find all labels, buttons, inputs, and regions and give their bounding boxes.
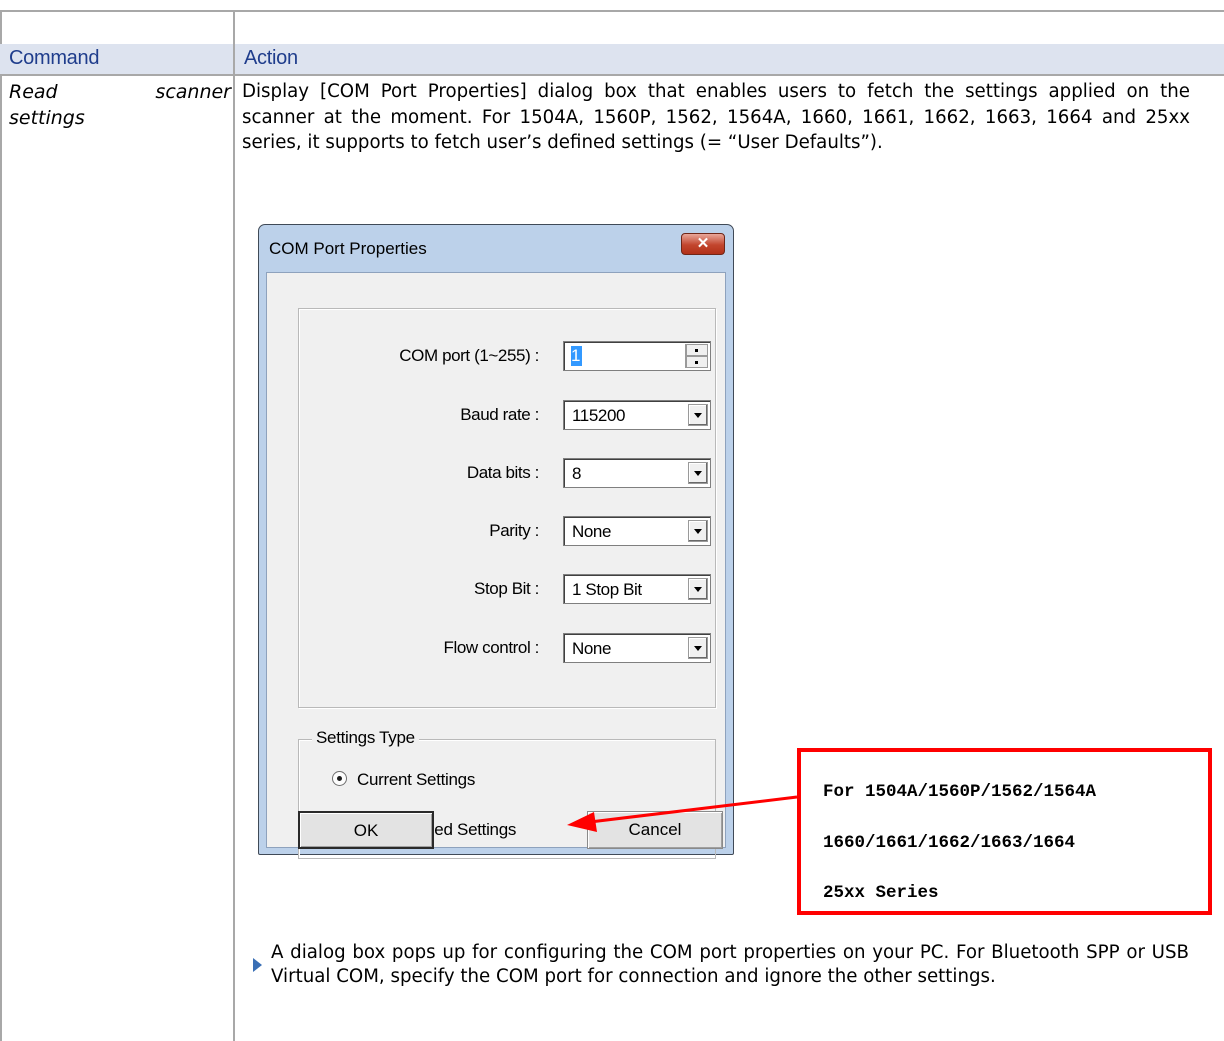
header-bottom-border <box>0 74 1224 76</box>
stop-bit-value: 1 Stop Bit <box>572 580 642 599</box>
com-port-value: 1 <box>571 346 582 366</box>
port-settings-group: COM port (1~255) : 1 Baud rate : 115200 … <box>298 308 716 708</box>
com-port-label: COM port (1~255) : <box>399 346 539 365</box>
dialog-title: COM Port Properties <box>269 239 427 258</box>
action-description: Display [COM Port Properties] dialog box… <box>242 81 1190 153</box>
data-bits-select[interactable]: 8 <box>563 458 711 488</box>
com-port-spin-buttons[interactable] <box>685 344 708 368</box>
flow-control-value: None <box>572 639 612 658</box>
close-icon: ✕ <box>696 235 710 252</box>
data-bits-value: 8 <box>572 464 582 483</box>
command-word-3: settings <box>9 107 85 129</box>
com-port-spinner[interactable]: 1 <box>563 341 711 371</box>
spin-down-icon[interactable] <box>686 356 708 368</box>
spin-up-icon[interactable] <box>686 344 708 356</box>
chevron-down-icon[interactable] <box>688 462 708 484</box>
model-callout-box: For 1504A/1560P/1562/1564A 1660/1661/166… <box>797 748 1212 915</box>
chevron-down-icon[interactable] <box>688 520 708 542</box>
flow-control-select[interactable]: None <box>563 633 711 663</box>
flow-control-label: Flow control : <box>443 638 540 657</box>
ok-button[interactable]: OK <box>298 811 434 849</box>
table-header-row <box>0 44 1224 74</box>
callout-line-2: 1660/1661/1662/1663/1664 <box>823 833 1076 853</box>
radio-selected-icon[interactable] <box>332 771 347 786</box>
parity-select[interactable]: None <box>563 516 711 546</box>
settings-type-legend: Settings Type <box>312 728 419 748</box>
chevron-down-icon[interactable] <box>688 578 708 600</box>
callout-line-3: 25xx Series <box>823 883 939 903</box>
command-cell: Read scanner settings <box>9 79 231 131</box>
stop-bit-select[interactable]: 1 Stop Bit <box>563 574 711 604</box>
close-button[interactable]: ✕ <box>681 233 725 255</box>
callout-line-1: For 1504A/1560P/1562/1564A <box>823 782 1097 802</box>
current-settings-label: Current Settings <box>357 770 476 789</box>
dialog-client-area: COM port (1~255) : 1 Baud rate : 115200 … <box>266 272 726 859</box>
baud-rate-value: 115200 <box>572 406 626 425</box>
cancel-button[interactable]: Cancel <box>587 811 723 849</box>
header-action: Action <box>244 47 298 69</box>
table-column-divider-header <box>233 44 235 74</box>
table-column-divider <box>233 10 235 1041</box>
table-top-border <box>0 10 1224 12</box>
command-word-1: Read <box>9 81 58 103</box>
current-settings-option[interactable]: Current Settings <box>332 770 475 790</box>
table-left-border <box>0 10 2 1041</box>
baud-rate-label: Baud rate : <box>460 405 539 424</box>
parity-value: None <box>572 522 612 541</box>
baud-rate-select[interactable]: 115200 <box>563 400 711 430</box>
header-command: Command <box>9 47 100 69</box>
stop-bit-label: Stop Bit : <box>474 579 539 598</box>
bullet-description: A dialog box pops up for configuring the… <box>271 942 1189 987</box>
bullet-triangle-icon <box>253 958 262 972</box>
data-bits-label: Data bits : <box>466 463 540 482</box>
command-word-2: scanner <box>155 81 231 103</box>
chevron-down-icon[interactable] <box>688 404 708 426</box>
parity-label: Parity : <box>489 521 539 540</box>
com-port-properties-dialog: COM Port Properties ✕ COM port (1~255) :… <box>258 224 734 859</box>
chevron-down-icon[interactable] <box>688 637 708 659</box>
